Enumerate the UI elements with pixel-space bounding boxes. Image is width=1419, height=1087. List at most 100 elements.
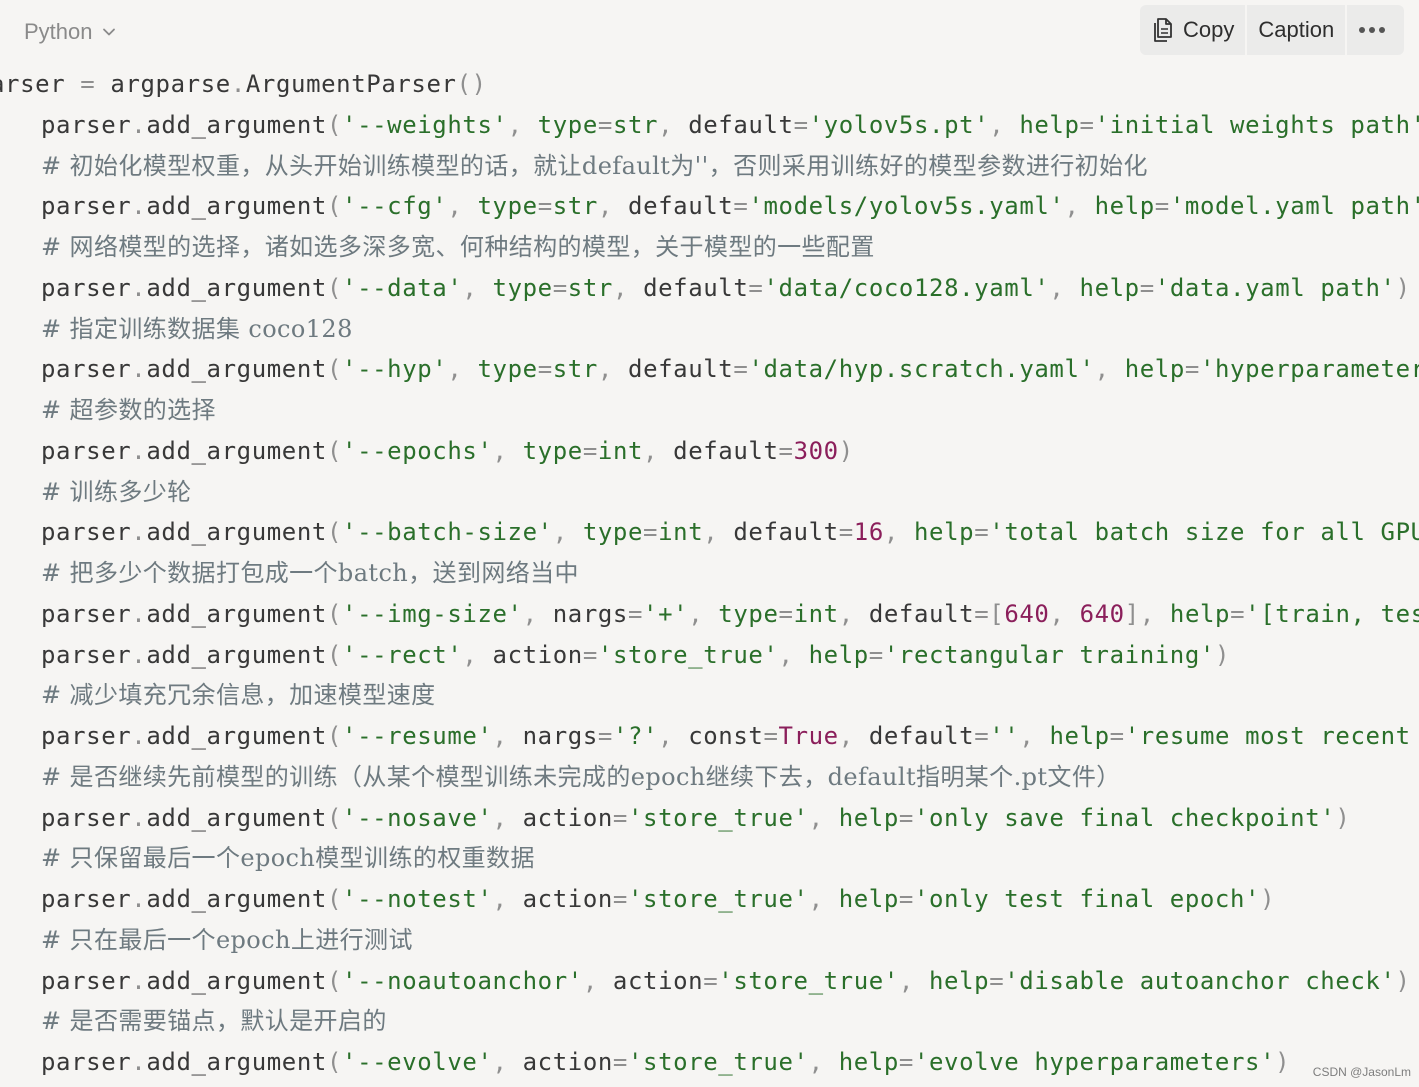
code-token: 300 — [793, 436, 839, 465]
copy-button[interactable]: Copy — [1140, 5, 1245, 55]
code-token: help — [1169, 599, 1231, 628]
code-line: parser.add_argument('--rect', action='st… — [0, 635, 1419, 676]
code-token: parser — [41, 966, 132, 995]
code-token: type — [582, 518, 644, 547]
code-token: = — [974, 722, 990, 750]
code-token: , — [462, 273, 493, 302]
code-token: . — [131, 273, 147, 302]
code-token: , — [883, 518, 914, 547]
code-comment-line: # 指定训练数据集 coco128 — [41, 314, 353, 343]
code-token: = — [838, 518, 854, 547]
code-token: = — [597, 722, 613, 750]
code-token: , — [462, 640, 493, 669]
code-token: () — [456, 70, 487, 98]
code-token: ( — [326, 273, 343, 302]
code-line: parser.add_argument('--batch-size', type… — [0, 512, 1419, 553]
code-token: ] — [1124, 599, 1140, 628]
code-token: ( — [326, 518, 343, 547]
code-comment-line: # 是否需要锚点，默认是开启的 — [41, 1007, 387, 1036]
code-token: int — [793, 599, 839, 628]
language-selector[interactable]: Python — [24, 16, 117, 48]
code-token: type — [718, 599, 779, 628]
code-token: parser — [41, 640, 132, 669]
code-token: , — [522, 599, 553, 628]
code-token: = — [537, 192, 553, 221]
code-token: '--epochs' — [342, 436, 493, 465]
code-token: = — [898, 885, 914, 913]
code-token: help — [838, 885, 899, 913]
code-token: '--hyp' — [342, 355, 448, 384]
code-token: help — [928, 966, 990, 995]
code-token: nargs — [522, 722, 598, 750]
code-token: parser — [41, 518, 132, 547]
code-line: parser.add_argument('--cfg', type=str, d… — [0, 186, 1419, 227]
code-lines[interactable]: arser = argparse.ArgumentParser() parser.… — [0, 64, 1419, 1083]
code-token: , — [808, 885, 839, 913]
code-token: default — [868, 722, 975, 750]
code-token: , — [612, 273, 644, 302]
code-token: add_argument — [146, 110, 327, 139]
code-token: help — [838, 1048, 899, 1076]
code-token: = — [1109, 722, 1125, 750]
code-comment-line: # 只保留最后一个epoch模型训练的权重数据 — [41, 844, 535, 873]
code-token: 'store_true' — [627, 1048, 809, 1076]
code-comment-line: # 减少填充冗余信息，加速模型速度 — [41, 681, 436, 710]
code-token: . — [131, 966, 147, 995]
code-token: nargs — [552, 599, 628, 628]
code-token: str — [612, 110, 659, 139]
code-token: . — [131, 803, 147, 832]
code-token: , — [492, 1048, 523, 1076]
copy-label: Copy — [1183, 17, 1235, 42]
code-token: parser — [41, 192, 132, 221]
code-token: const — [688, 722, 764, 750]
more-options-button[interactable] — [1347, 5, 1397, 55]
code-token: ( — [326, 436, 343, 465]
code-token: 'only save final checkpoint' — [913, 803, 1336, 832]
code-token: 'store_true' — [597, 640, 779, 669]
code-line: parser.add_argument('--hyp', type=str, d… — [0, 349, 1419, 390]
code-token: action — [492, 640, 583, 669]
code-token: ) — [1275, 1048, 1291, 1076]
copy-icon — [1154, 18, 1172, 42]
caption-button[interactable]: Caption — [1247, 5, 1345, 55]
code-comment-line: # 超参数的选择 — [41, 396, 216, 424]
code-line: parser.add_argument('--resume', nargs='?… — [0, 716, 1419, 757]
code-token: . — [131, 599, 147, 628]
code-comment-line: # 只在最后一个epoch上进行测试 — [41, 925, 413, 954]
code-token: 'model.yaml path' — [1169, 192, 1419, 221]
code-token: parser — [41, 355, 132, 384]
code-token: , — [808, 1048, 839, 1076]
code-token: = — [1184, 355, 1200, 384]
code-token: '+' — [643, 599, 689, 628]
code-token: help — [1079, 273, 1140, 302]
code-token: ( — [326, 722, 343, 750]
code-token: = — [703, 966, 719, 995]
code-token: '--img-size' — [342, 599, 523, 628]
code-token: default — [733, 518, 839, 547]
code-token: '--batch-size' — [342, 518, 553, 547]
code-comment-line: # 是否继续先前模型的训练（从某个模型训练未完成的epoch继续下去，defau… — [41, 762, 1121, 791]
code-token: = — [748, 273, 764, 302]
code-token: '--evolve' — [342, 1048, 493, 1076]
code-token: default — [628, 192, 734, 221]
code-token: 16 — [853, 518, 884, 547]
code-line: arser = argparse.ArgumentParser() — [0, 64, 1419, 105]
code-token: str — [552, 192, 598, 221]
code-token: = — [733, 192, 749, 221]
code-token: argparse — [95, 70, 231, 98]
code-token: . — [131, 885, 147, 913]
code-token: 'store_true' — [627, 803, 809, 832]
code-token: '--nosave' — [342, 803, 493, 832]
code-token: , — [492, 803, 523, 832]
code-token: 'models/yolov5s.yaml' — [748, 192, 1065, 221]
code-toolbar: Copy Caption — [1140, 5, 1404, 55]
code-token: add_argument — [146, 966, 327, 995]
chevron-down-icon — [102, 28, 115, 36]
code-token: '--resume' — [342, 722, 493, 750]
code-line: parser.add_argument('--notest', action='… — [0, 879, 1419, 920]
code-token: help — [1094, 192, 1155, 221]
code-token: parser — [41, 803, 132, 832]
code-token: , — [1094, 355, 1125, 384]
code-token: . — [131, 722, 147, 750]
code-token: . — [131, 110, 147, 139]
